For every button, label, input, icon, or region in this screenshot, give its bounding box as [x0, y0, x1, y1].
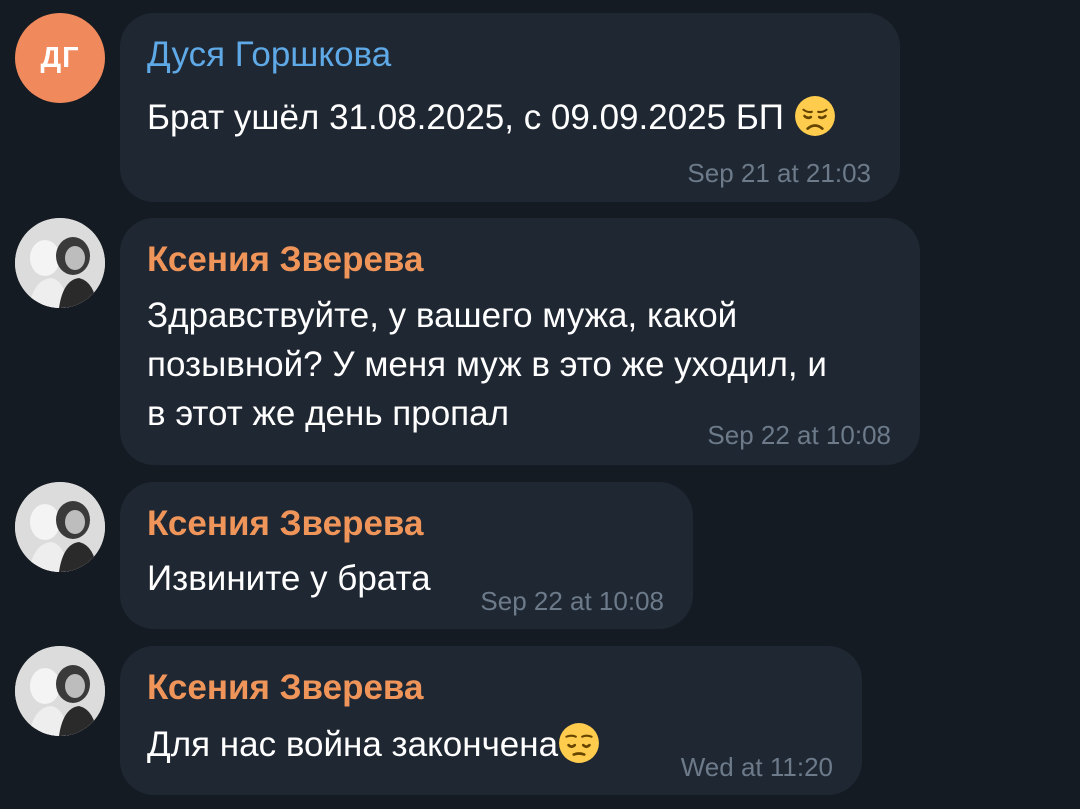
- profile-photo: [15, 482, 105, 572]
- sender-name[interactable]: Ксения Зверева: [147, 504, 423, 544]
- message-text-line: Здравствуйте, у вашего мужа, какой: [147, 296, 738, 335]
- chat-message-list: ДГ Дуся Горшкова Брат ушёл 31.08.2025, с…: [0, 0, 1080, 809]
- sender-name[interactable]: Ксения Зверева: [147, 668, 423, 708]
- profile-photo: [15, 218, 105, 308]
- profile-photo: [15, 646, 105, 736]
- avatar[interactable]: [15, 218, 105, 308]
- message-text: Для нас война закончена: [147, 722, 600, 768]
- avatar[interactable]: [15, 646, 105, 736]
- sender-name[interactable]: Ксения Зверева: [147, 240, 423, 280]
- avatar[interactable]: [15, 482, 105, 572]
- message-bubble[interactable]: Ксения Зверева Извините у брата Sep 22 a…: [120, 482, 693, 629]
- message-bubble[interactable]: Ксения Зверева Здравствуйте, у вашего му…: [120, 218, 920, 465]
- message-text-line: Извините у брата: [147, 559, 431, 598]
- message-bubble[interactable]: Дуся Горшкова Брат ушёл 31.08.2025, с 09…: [120, 13, 900, 202]
- message-timestamp: Wed at 11:20: [680, 752, 833, 782]
- message-bubble[interactable]: Ксения Зверева Для нас война закончена W…: [120, 646, 862, 795]
- message-text-line: позывной? У меня муж в это же уходил, и: [147, 345, 827, 384]
- message-text-line: Для нас война закончена: [147, 725, 559, 764]
- message-text: Брат ушёл 31.08.2025, с 09.09.2025 БП: [147, 95, 836, 141]
- message-timestamp: Sep 21 at 21:03: [687, 158, 871, 188]
- avatar-initials: ДГ: [40, 41, 80, 74]
- message-text-line: Брат ушёл 31.08.2025, с 09.09.2025 БП: [147, 98, 784, 137]
- pensive-face-icon: [559, 723, 600, 763]
- avatar[interactable]: ДГ: [15, 13, 105, 103]
- disappointed-face-icon: [794, 96, 835, 136]
- sender-name[interactable]: Дуся Горшкова: [147, 35, 391, 75]
- message-timestamp: Sep 22 at 10:08: [707, 420, 891, 450]
- message-text-line: в этот же день пропал: [147, 394, 509, 433]
- message-timestamp: Sep 22 at 10:08: [480, 586, 664, 616]
